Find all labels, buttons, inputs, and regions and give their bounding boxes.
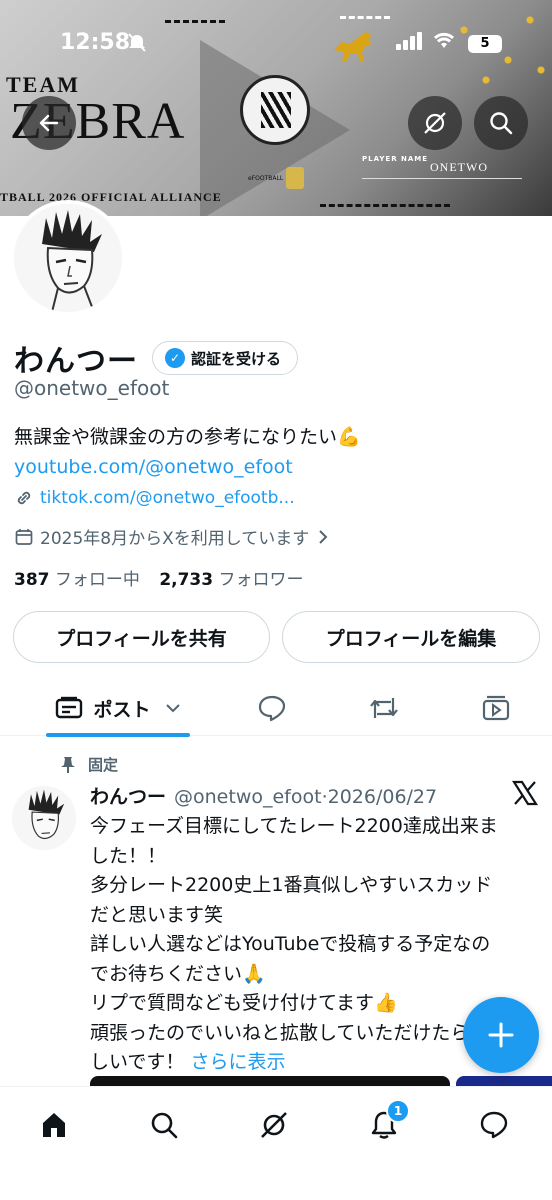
join-date-row[interactable]: 2025年8月からXを利用しています (14, 524, 335, 549)
post-line: だと思います笑 (90, 903, 224, 926)
post-last-line: しいです！ (90, 1051, 185, 1073)
nav-notifications[interactable]: 1 (364, 1099, 410, 1145)
post-line: でお待ちください🙏 (90, 962, 266, 985)
post-avatar[interactable] (12, 786, 76, 850)
get-verified-button[interactable]: ✓ 認証を受ける (152, 341, 299, 375)
tab-reposts[interactable] (356, 680, 412, 736)
followers-count: 2,733 (159, 570, 214, 590)
bell-muted-icon (128, 33, 146, 58)
banner-mini-logos: eFOOTBALL (248, 165, 308, 189)
nav-messages[interactable] (474, 1105, 514, 1145)
name-row: わんつー ✓ 認証を受ける (14, 336, 299, 380)
search-icon (151, 1112, 178, 1139)
divider (362, 178, 522, 179)
tab-posts[interactable]: ポスト (46, 680, 190, 737)
website-link[interactable]: tiktok.com/@onetwo_efootb... (40, 488, 295, 508)
pinned-indicator: 固定 (60, 754, 118, 775)
post-line: 今フェーズ目標にしてたレート2200達成出来ま (90, 815, 498, 837)
search-button[interactable] (474, 96, 528, 150)
following-label: フォロー中 (54, 570, 140, 590)
post-meta: @onetwo_efoot·2026/06/27 (174, 786, 438, 808)
pinned-label: 固定 (88, 756, 119, 774)
message-icon (480, 1111, 508, 1139)
cellular-signal-icon (396, 32, 424, 54)
pin-icon (61, 756, 75, 773)
profile-website[interactable]: tiktok.com/@onetwo_efootb... (14, 488, 295, 508)
post-line: した！！ (90, 844, 167, 867)
search-icon (490, 112, 513, 135)
bottom-nav: 1 (0, 1086, 552, 1200)
tab-media[interactable] (468, 680, 524, 736)
player-name: ONETWO (430, 160, 488, 174)
following-link[interactable]: 387 フォロー中 (14, 570, 140, 590)
join-date: 2025年8月からXを利用しています (40, 529, 310, 549)
player-name-label: PLAYER NAME (362, 155, 429, 163)
followers-link[interactable]: 2,733 フォロワー (159, 570, 303, 590)
video-tab-icon (482, 695, 510, 721)
grok-icon (261, 1112, 287, 1138)
post-author[interactable]: わんつー (90, 782, 166, 809)
post-line: 頑張ったのでいいねと拡散していただけたら嬉 (90, 1021, 470, 1044)
back-button[interactable] (22, 96, 76, 150)
verified-badge-icon: ✓ (165, 348, 185, 368)
posts-tab-icon (56, 696, 83, 719)
display-name: わんつー (14, 344, 138, 379)
tab-posts-label: ポスト (93, 698, 151, 721)
wifi-icon (432, 30, 456, 55)
arrow-left-icon (39, 114, 59, 132)
calendar-icon (15, 528, 33, 545)
chevron-down-icon (165, 704, 180, 713)
banner-dash (165, 20, 225, 23)
get-verified-label: 認証を受ける (191, 349, 282, 368)
following-count: 387 (14, 570, 50, 590)
home-icon (43, 1113, 65, 1137)
nav-grok[interactable] (254, 1105, 294, 1145)
edit-profile-button[interactable]: プロフィールを編集 (282, 611, 540, 663)
post-line: 詳しい人選などはYouTubeで投稿する予定なの (90, 933, 491, 955)
bio-youtube-link[interactable]: youtube.com/@onetwo_efoot (14, 456, 293, 478)
show-more-link[interactable]: さらに表示 (190, 1051, 285, 1073)
reply-icon (258, 695, 286, 722)
battery-icon: 5 (468, 35, 502, 53)
profile-tabs: ポスト (0, 680, 552, 737)
post-line: 多分レート2200史上1番真似しやすいスカッド (90, 874, 493, 896)
grok-button[interactable] (408, 96, 462, 150)
share-profile-button[interactable]: プロフィールを共有 (13, 611, 270, 663)
notification-count-badge: 1 (386, 1099, 410, 1123)
nav-home[interactable] (34, 1105, 74, 1145)
banner-alliance-text: TBALL 2026 OFFICIAL ALLIANCE (0, 190, 222, 204)
efootball-logo-text: eFOOTBALL (248, 175, 284, 182)
follow-stats: 387 フォロー中 2,733 フォロワー (14, 565, 304, 590)
tab-replies[interactable] (244, 680, 300, 736)
crest-icon (286, 167, 304, 189)
manga-face-icon (14, 204, 122, 312)
profile-avatar[interactable] (10, 200, 126, 316)
nav-search[interactable] (144, 1105, 184, 1145)
banner-dash (340, 16, 390, 19)
status-time: 12:58 (60, 30, 131, 55)
plus-icon (488, 1022, 514, 1048)
chevron-right-icon (319, 529, 328, 544)
x-logo-icon (511, 780, 539, 813)
grok-icon (424, 112, 446, 134)
profile-bio: 無課金や微課金の方の参考になりたい💪 youtube.com/@onetwo_e… (14, 422, 544, 482)
followers-label: フォロワー (218, 570, 304, 590)
manga-face-icon (12, 786, 76, 850)
compose-button[interactable] (463, 997, 539, 1073)
post-header: わんつー @onetwo_efoot·2026/06/27 (90, 782, 437, 809)
zebra-logo-icon (240, 75, 310, 145)
bio-text: 無課金や微課金の方の参考になりたい💪 (14, 426, 361, 448)
repost-icon (370, 698, 398, 718)
link-icon (17, 491, 31, 505)
profile-handle: @onetwo_efoot (14, 376, 170, 400)
status-bar: 12:58 5 (0, 30, 552, 62)
banner-dash (320, 204, 450, 207)
